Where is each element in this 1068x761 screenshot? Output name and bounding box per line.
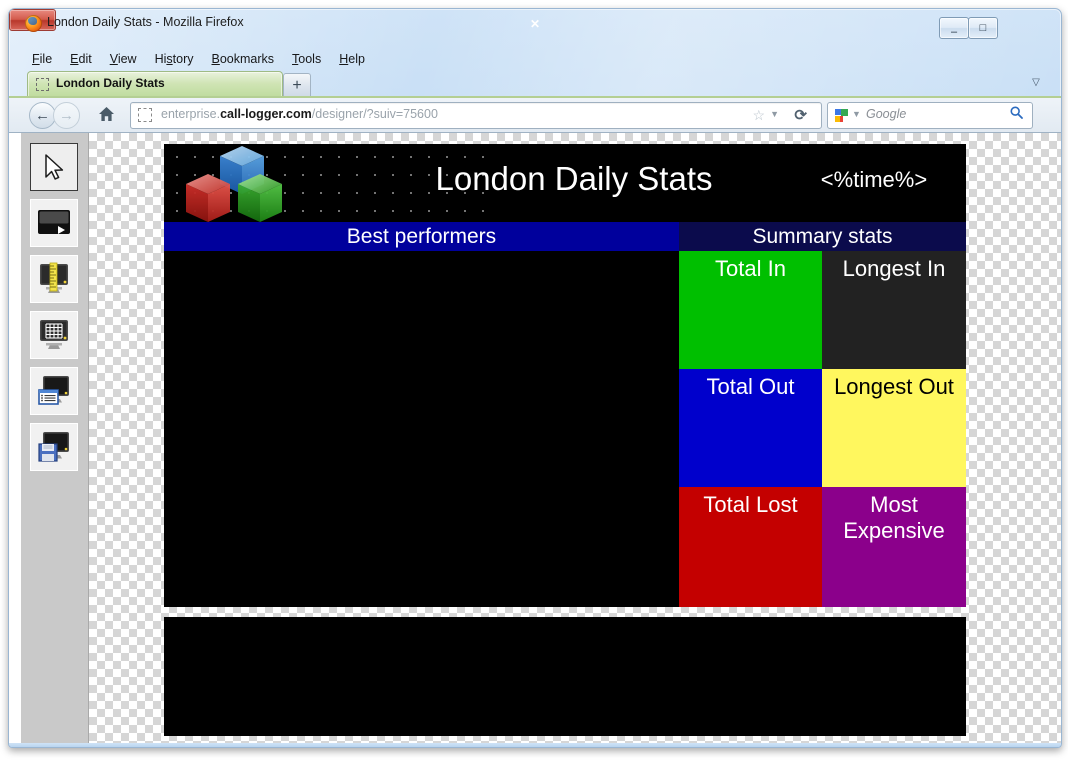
status-bar (9, 743, 1061, 747)
menu-history[interactable]: History (146, 49, 203, 69)
measure-screen-tool-button[interactable] (30, 255, 78, 303)
tile-label: Total Lost (703, 492, 798, 517)
bookmark-star-icon[interactable]: ☆ (752, 107, 765, 124)
board-lower-panel[interactable] (164, 617, 966, 736)
arrow-right-icon: → (59, 107, 74, 124)
grid-screen-tool-button[interactable] (30, 311, 78, 359)
play-screen-icon (38, 210, 70, 234)
url-text: enterprise.call-logger.com/designer/?sui… (161, 107, 438, 121)
reload-icon[interactable]: ⟳ (794, 106, 807, 124)
tile-longest-in[interactable]: Longest In (822, 251, 966, 369)
navigation-toolbar: ← → enterprise.call-logger.com/designer/… (9, 98, 1061, 133)
menu-edit[interactable]: Edit (61, 49, 101, 69)
board-header: London Daily Stats <%time%> (164, 144, 966, 222)
arrow-left-icon: ← (35, 107, 50, 124)
design-canvas[interactable]: London Daily Stats <%time%> Best perform… (89, 133, 1061, 743)
cursor-icon (45, 154, 64, 180)
url-prefix: enterprise. (161, 107, 221, 121)
floppy-screen-icon (38, 432, 69, 462)
menu-bookmarks[interactable]: Bookmarks (203, 49, 284, 69)
tile-total-lost[interactable]: Total Lost (679, 487, 822, 607)
tile-total-out[interactable]: Total Out (679, 369, 822, 487)
title-bar: London Daily Stats - Mozilla Firefox – □… (9, 9, 1061, 39)
site-identity-placeholder-icon (138, 108, 152, 122)
menu-help[interactable]: Help (330, 49, 374, 69)
tile-label: Most Expensive (843, 492, 945, 543)
home-icon (99, 107, 114, 121)
board-title: London Daily Stats (435, 160, 713, 197)
list-screen-tool-button[interactable] (30, 367, 78, 415)
ruler-screen-icon (40, 262, 68, 293)
forward-button[interactable]: → (53, 102, 80, 129)
back-button[interactable]: ← (29, 102, 56, 129)
url-domain: call-logger.com (220, 107, 312, 121)
google-favicon-icon (834, 108, 849, 123)
list-screen-icon (38, 376, 69, 405)
tile-label: Longest In (842, 256, 946, 281)
plus-icon: + (292, 77, 302, 94)
browser-window: London Daily Stats - Mozilla Firefox – □… (8, 8, 1062, 748)
tile-label: Longest Out (834, 374, 954, 399)
menu-view[interactable]: View (101, 49, 146, 69)
tab-favicon-placeholder-icon (36, 78, 49, 91)
tab-london-daily-stats[interactable]: London Daily Stats (27, 71, 283, 98)
dashboard-board[interactable]: London Daily Stats <%time%> Best perform… (164, 144, 966, 736)
tab-strip: London Daily Stats + ▽ (9, 71, 1061, 98)
chevron-down-icon[interactable]: ▼ (770, 109, 779, 119)
summary-stats-tiles: Total In Longest In Total Out Longest Ou… (679, 251, 966, 607)
tile-label: Total Out (706, 374, 795, 399)
section-bar-label: Best performers (346, 225, 497, 248)
tile-most-expensive[interactable]: Most Expensive (822, 487, 966, 607)
save-screen-tool-button[interactable] (30, 423, 78, 471)
search-engine-chevron-icon[interactable]: ▼ (852, 109, 861, 119)
designer-toolbox (21, 133, 89, 743)
section-bar-best-performers[interactable]: Best performers (164, 222, 679, 251)
grid-screen-icon (40, 320, 68, 349)
menu-bar: File Edit View History Bookmarks Tools H… (9, 49, 1061, 69)
list-all-tabs-icon[interactable]: ▽ (1029, 75, 1043, 89)
tile-total-in[interactable]: Total In (679, 251, 822, 369)
section-bar-summary-stats[interactable]: Summary stats (679, 222, 966, 251)
search-input[interactable]: ▼ Google (827, 102, 1033, 129)
tile-label: Total In (715, 256, 786, 281)
menu-file[interactable]: File (23, 49, 61, 69)
search-magnifier-icon[interactable] (1010, 106, 1023, 122)
rgb-cubes-logo-icon (186, 146, 282, 222)
best-performers-panel[interactable] (164, 251, 679, 607)
close-button[interactable]: ✕ (9, 9, 540, 31)
select-tool-button[interactable] (30, 143, 78, 191)
url-suffix: /designer/?suiv=75600 (311, 107, 438, 121)
desktop-background: London Daily Stats - Mozilla Firefox – □… (0, 0, 1068, 761)
new-tab-button[interactable]: + (283, 73, 311, 98)
close-icon: ✕ (529, 17, 541, 31)
tab-label: London Daily Stats (56, 76, 165, 90)
play-screen-tool-button[interactable] (30, 199, 78, 247)
tile-longest-out[interactable]: Longest Out (822, 369, 966, 487)
page-content: London Daily Stats <%time%> Best perform… (9, 133, 1061, 743)
search-placeholder: Google (866, 107, 907, 121)
section-bar-label: Summary stats (752, 225, 893, 248)
board-time-token: <%time%> (820, 167, 928, 192)
menu-tools[interactable]: Tools (283, 49, 330, 69)
url-input[interactable]: enterprise.call-logger.com/designer/?sui… (130, 102, 822, 129)
home-button[interactable] (93, 101, 120, 127)
